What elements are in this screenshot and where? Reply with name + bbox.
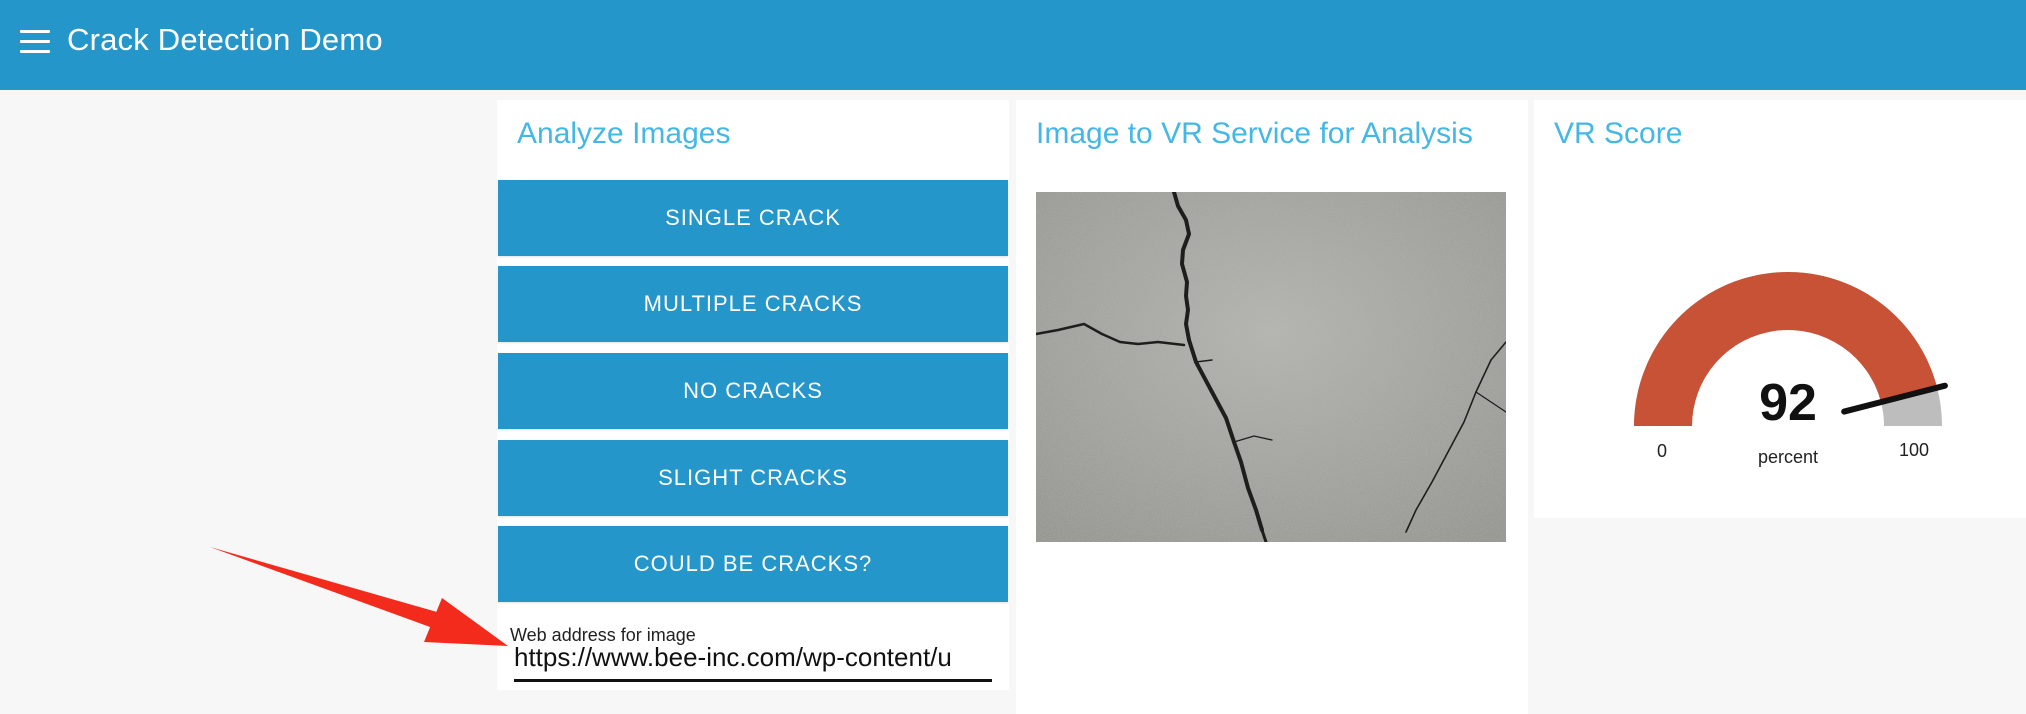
no-cracks-button[interactable]: NO CRACKS bbox=[498, 353, 1008, 429]
annotation-arrow-icon bbox=[210, 547, 508, 646]
app-header: Crack Detection Demo bbox=[0, 0, 2026, 90]
app-title: Crack Detection Demo bbox=[67, 22, 383, 57]
gauge-min-label: 0 bbox=[1657, 441, 1667, 461]
analyze-images-title: Analyze Images bbox=[517, 117, 731, 150]
could-be-cracks-button[interactable]: COULD BE CRACKS? bbox=[498, 526, 1008, 602]
image-analysis-card: Image to VR Service for Analysis bbox=[1016, 100, 1528, 714]
cracked-concrete-image bbox=[1034, 190, 1507, 544]
gauge-value: 92 bbox=[1759, 374, 1817, 432]
image-analysis-title: Image to VR Service for Analysis bbox=[1036, 117, 1473, 150]
vr-score-card: VR Score 92 percent 0 100 bbox=[1534, 100, 2026, 518]
image-url-input[interactable] bbox=[514, 640, 992, 682]
concrete-texture bbox=[1034, 190, 1507, 544]
vr-score-gauge: 92 percent 0 100 bbox=[1634, 272, 1948, 467]
slight-cracks-button[interactable]: SLIGHT CRACKS bbox=[498, 440, 1008, 516]
single-crack-button[interactable]: SINGLE CRACK bbox=[498, 180, 1008, 256]
gauge-max-label: 100 bbox=[1899, 440, 1929, 460]
multiple-cracks-button[interactable]: MULTIPLE CRACKS bbox=[498, 266, 1008, 342]
analyze-images-card: Analyze Images SINGLE CRACK MULTIPLE CRA… bbox=[497, 100, 1009, 690]
hamburger-menu-icon[interactable] bbox=[20, 30, 50, 54]
gauge-unit: percent bbox=[1758, 447, 1818, 467]
